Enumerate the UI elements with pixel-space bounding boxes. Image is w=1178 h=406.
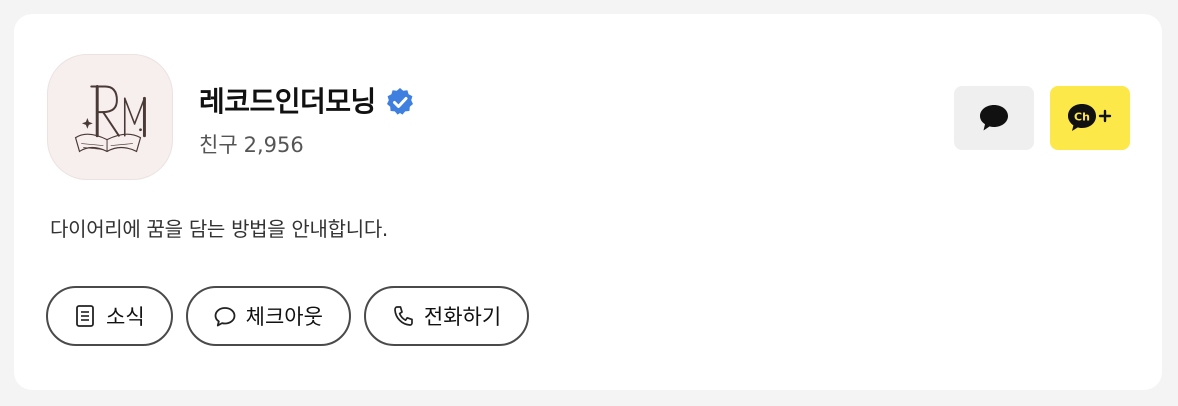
news-button[interactable]: 소식 <box>46 286 173 346</box>
channel-name-row: 레코드인더모닝 <box>199 84 416 120</box>
channel-description: 다이어리에 꿈을 담는 방법을 안내합니다. <box>50 217 388 241</box>
chat-bubble-icon <box>214 307 236 327</box>
friends-count: 친구 2,956 <box>199 130 310 160</box>
call-button[interactable]: 전화하기 <box>363 286 530 346</box>
verified-badge-icon <box>386 88 413 115</box>
news-label: 소식 <box>106 305 145 329</box>
action-pills: 소식 체크아웃 전화하기 <box>46 286 530 346</box>
svg-text:Ch: Ch <box>1074 111 1090 124</box>
document-icon <box>76 305 94 327</box>
add-channel-button[interactable]: Ch <box>1050 86 1130 150</box>
call-label: 전화하기 <box>423 305 502 329</box>
channel-name: 레코드인더모닝 <box>199 85 376 118</box>
friends-label: 친구 <box>199 133 238 157</box>
channel-logo <box>47 54 173 180</box>
record-in-the-morning-logo-icon <box>74 85 146 153</box>
chat-button[interactable] <box>954 86 1034 150</box>
channel-profile-card: 레코드인더모닝 친구 2,956 다이어리에 꿈을 담는 방법을 안내합니다. C… <box>14 14 1162 390</box>
kakao-channel-add-icon: Ch <box>1068 104 1112 131</box>
checkout-label: 체크아웃 <box>245 305 323 329</box>
phone-icon <box>394 306 413 326</box>
speech-bubble-icon <box>980 105 1008 131</box>
friends-number: 2,956 <box>243 133 304 157</box>
checkout-button[interactable]: 체크아웃 <box>185 286 351 346</box>
